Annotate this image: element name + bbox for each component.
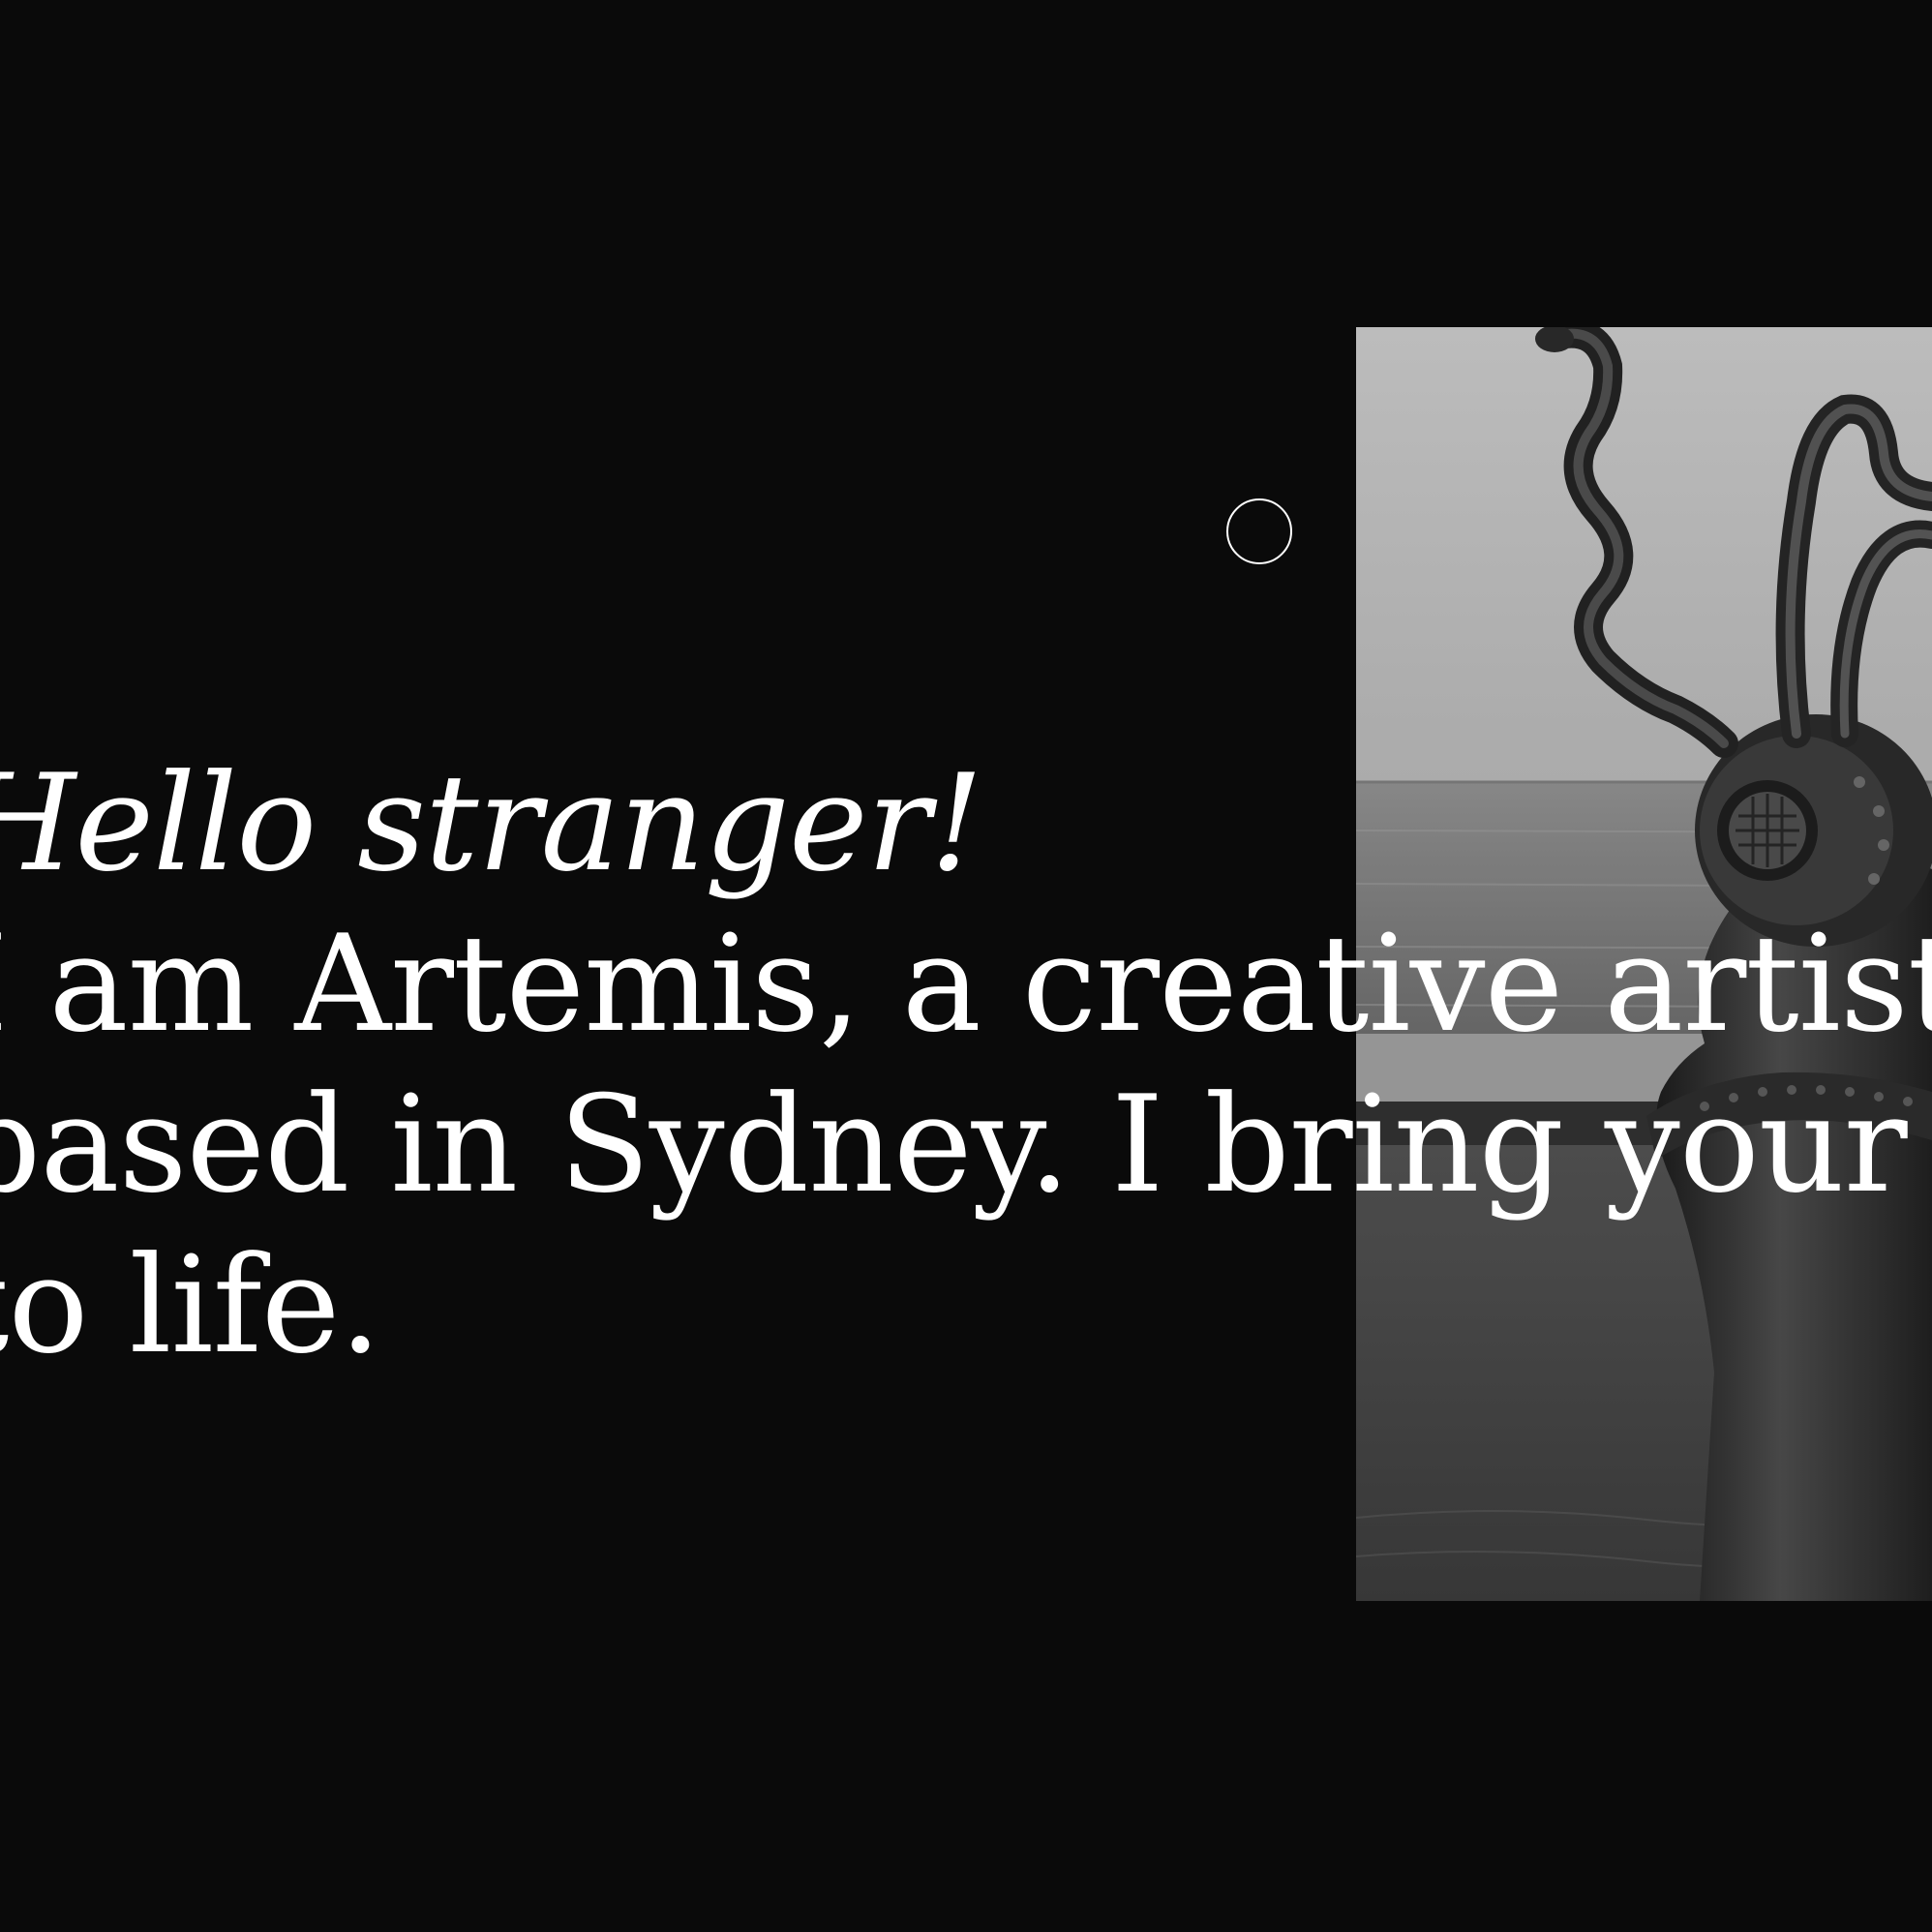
hero-line-2-text: based in Sydney. I bring your [0,1067,1932,1223]
hero-greeting: Hello stranger! [0,745,983,901]
hero-line-2: based in Sydney. I bring your ideas [0,1065,1932,1225]
cursor-ring-icon [1226,498,1292,564]
hero-line-1: I am Artemis, a creative artist [0,906,1932,1062]
hero-headline: Hello stranger! I am Artemis, a creative… [0,743,1932,1386]
hero-line-3: to life. [0,1227,381,1383]
page: Hello stranger! I am Artemis, a creative… [0,0,1932,1932]
